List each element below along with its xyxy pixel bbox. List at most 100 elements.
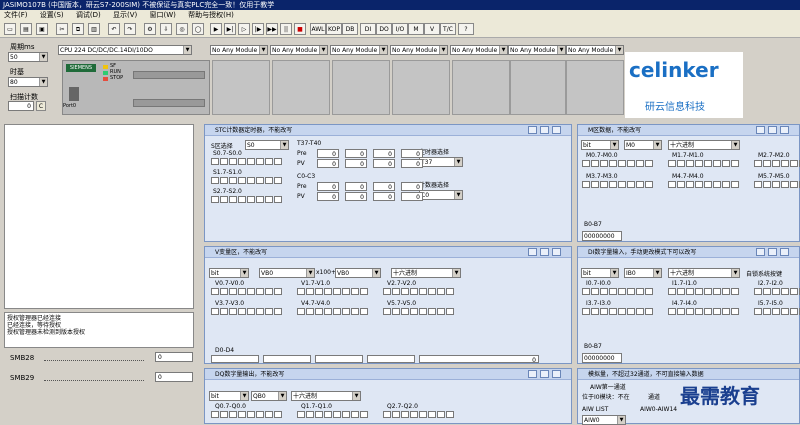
bit-checkbox[interactable] [351,308,359,315]
bit-checkbox[interactable] [265,158,273,165]
bit-checkbox[interactable] [238,288,246,295]
bit-checkbox[interactable] [731,181,739,188]
bit-checkbox[interactable] [229,196,237,203]
bit-checkbox[interactable] [238,177,246,184]
bit-checkbox[interactable] [256,196,264,203]
minimize-icon[interactable] [756,126,765,134]
bit-checkbox[interactable] [220,177,228,184]
counter-select[interactable]: C0 ▼ [419,190,463,200]
bit-checkbox[interactable] [713,308,721,315]
bit-checkbox[interactable] [437,308,445,315]
smb28-slider[interactable] [44,355,144,361]
bit-checkbox[interactable] [582,160,590,167]
bit-checkbox[interactable] [247,196,255,203]
bit-checkbox[interactable] [274,196,282,203]
bit-checkbox[interactable] [256,177,264,184]
bit-checkbox[interactable] [419,308,427,315]
bit-checkbox[interactable] [713,288,721,295]
cycle-icon[interactable]: ▶▶ [266,23,278,35]
bit-checkbox[interactable] [772,160,780,167]
cycle-select[interactable]: 50 ▼ [8,52,48,62]
bit-checkbox[interactable] [211,177,219,184]
do-button[interactable]: DO [376,23,392,35]
monitor-icon[interactable]: ◎ [176,23,188,35]
di-button[interactable]: DI [360,23,376,35]
bit-checkbox[interactable] [781,160,789,167]
bit-checkbox[interactable] [618,308,626,315]
awl-button[interactable]: AWL [310,23,326,35]
maximize-icon[interactable] [540,248,549,256]
bit-checkbox[interactable] [256,158,264,165]
status-icon[interactable]: ◯ [192,23,204,35]
bit-checkbox[interactable] [677,308,685,315]
bit-checkbox[interactable] [247,158,255,165]
bit-checkbox[interactable] [220,196,228,203]
bit-checkbox[interactable] [790,160,798,167]
bit-checkbox[interactable] [618,160,626,167]
bit-checkbox[interactable] [591,288,599,295]
bit-checkbox[interactable] [229,177,237,184]
close-icon[interactable] [552,248,561,256]
bit-checkbox[interactable] [704,288,712,295]
bit-checkbox[interactable] [618,288,626,295]
bit-checkbox[interactable] [722,288,730,295]
bit-checkbox[interactable] [410,288,418,295]
bit-checkbox[interactable] [247,308,255,315]
menu-window[interactable]: 窗口(W) [149,11,175,19]
menu-debug[interactable]: 调试(D) [76,11,101,19]
bit-checkbox[interactable] [627,288,635,295]
maximize-icon[interactable] [768,126,777,134]
bit-checkbox[interactable] [591,181,599,188]
bit-checkbox[interactable] [772,308,780,315]
bit-checkbox[interactable] [677,160,685,167]
bit-checkbox[interactable] [636,308,644,315]
bit-checkbox[interactable] [306,411,314,418]
bit-checkbox[interactable] [297,308,305,315]
bit-checkbox[interactable] [211,411,219,418]
bit-checkbox[interactable] [238,158,246,165]
new-icon[interactable]: ▭ [4,23,16,35]
bit-checkbox[interactable] [256,288,264,295]
copy-icon[interactable]: ⧉ [72,23,84,35]
bit-checkbox[interactable] [247,411,255,418]
di-start-select[interactable]: IB0 ▼ [624,268,662,278]
menu-settings[interactable]: 设置(S) [40,11,64,19]
bit-checkbox[interactable] [392,308,400,315]
timer-select[interactable]: T37 ▼ [419,157,463,167]
bit-checkbox[interactable] [211,288,219,295]
maximize-icon[interactable] [768,248,777,256]
bit-checkbox[interactable] [713,160,721,167]
pause-icon[interactable]: || [280,23,292,35]
bit-checkbox[interactable] [274,411,282,418]
bit-checkbox[interactable] [772,181,780,188]
close-icon[interactable] [552,126,561,134]
bit-checkbox[interactable] [401,288,409,295]
bit-checkbox[interactable] [627,160,635,167]
bit-checkbox[interactable] [668,181,676,188]
bit-checkbox[interactable] [677,288,685,295]
bit-checkbox[interactable] [754,160,762,167]
menu-view[interactable]: 显示(V) [113,11,137,19]
bit-checkbox[interactable] [618,181,626,188]
minimize-icon[interactable] [756,248,765,256]
step-out-icon[interactable]: |▶ [252,23,264,35]
bit-checkbox[interactable] [600,181,608,188]
bit-checkbox[interactable] [265,196,273,203]
v-start-select[interactable]: VB0 ▼ [259,268,315,278]
minimize-icon[interactable] [528,248,537,256]
bit-checkbox[interactable] [686,181,694,188]
m-format-select[interactable]: 十六进制 ▼ [668,140,740,150]
bit-checkbox[interactable] [645,288,653,295]
download-icon[interactable]: ⇩ [160,23,172,35]
di-format-select[interactable]: 十六进制 ▼ [668,268,740,278]
bit-checkbox[interactable] [274,308,282,315]
bit-checkbox[interactable] [428,411,436,418]
stop-icon[interactable]: ■ [294,23,306,35]
module-select-3[interactable]: No Any Module ▼ [390,45,448,55]
bit-checkbox[interactable] [238,411,246,418]
bit-checkbox[interactable] [238,308,246,315]
bit-checkbox[interactable] [591,160,599,167]
dq-start-select[interactable]: QB0 ▼ [251,391,287,401]
bit-checkbox[interactable] [360,288,368,295]
bit-checkbox[interactable] [763,308,771,315]
